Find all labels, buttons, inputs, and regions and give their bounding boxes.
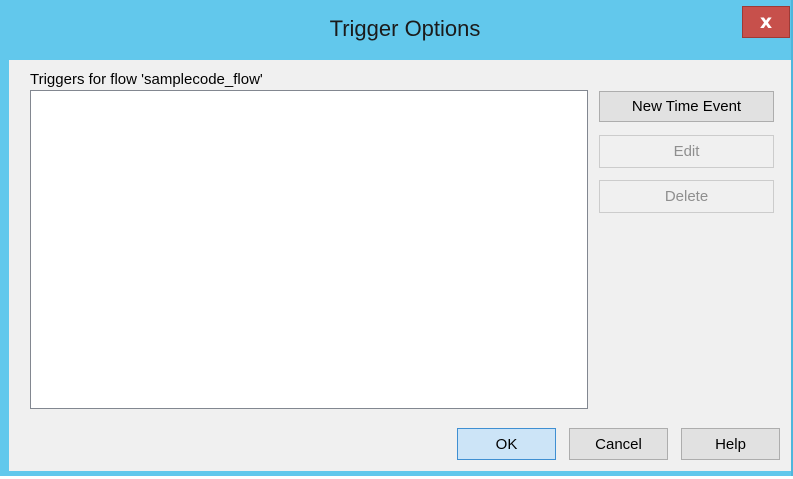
edit-button[interactable]: Edit [599, 135, 774, 168]
help-button[interactable]: Help [681, 428, 780, 460]
close-icon: x [759, 11, 773, 33]
title-bar[interactable]: Trigger Options x [0, 0, 791, 60]
triggers-list-label: Triggers for flow 'samplecode_flow' [30, 71, 263, 88]
cancel-button[interactable]: Cancel [569, 428, 668, 460]
triggers-listbox[interactable] [30, 90, 588, 409]
delete-button[interactable]: Delete [599, 180, 774, 213]
new-time-event-button[interactable]: New Time Event [599, 91, 774, 122]
ok-button[interactable]: OK [457, 428, 556, 460]
dialog-client-area: Triggers for flow 'samplecode_flow' New … [9, 60, 791, 471]
trigger-options-dialog: Trigger Options x Triggers for flow 'sam… [0, 0, 793, 479]
close-button[interactable]: x [742, 6, 790, 38]
window-title: Trigger Options [329, 16, 481, 41]
window-frame: Trigger Options x Triggers for flow 'sam… [0, 0, 793, 476]
